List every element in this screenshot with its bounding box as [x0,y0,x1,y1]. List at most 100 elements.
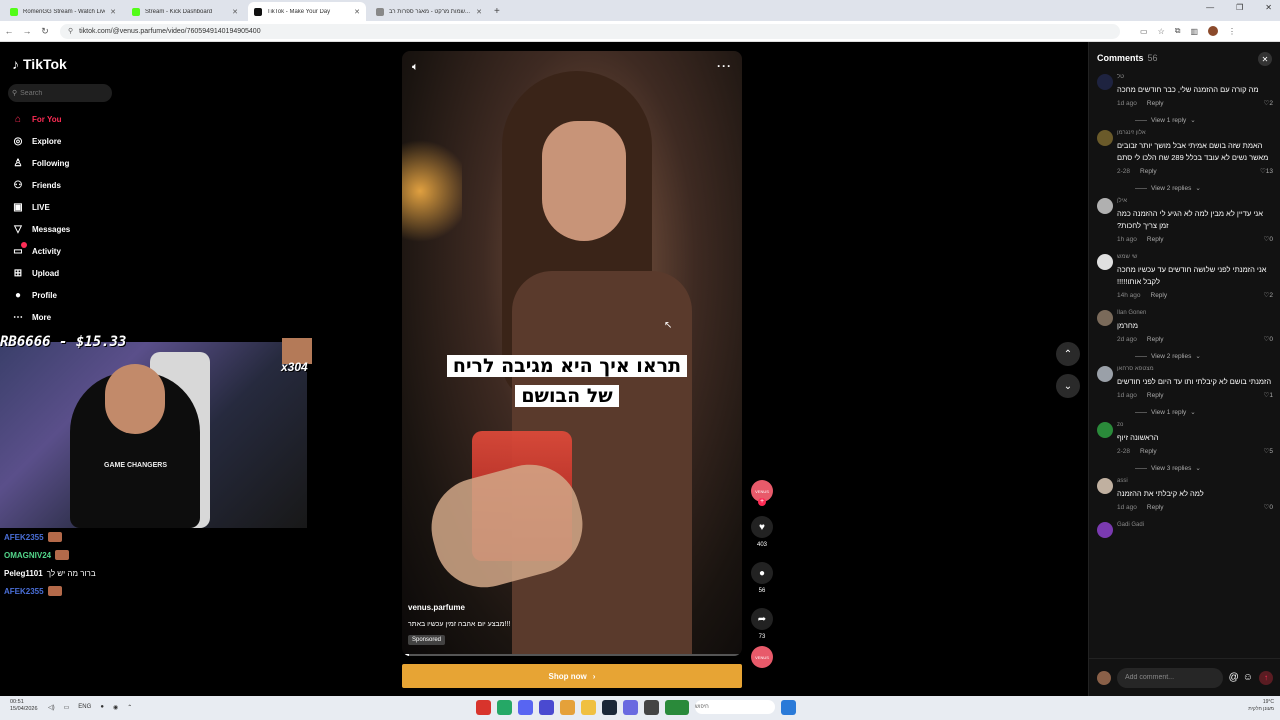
post-comment-button[interactable]: ↑ [1259,670,1273,685]
taskbar-clock[interactable]: 00:51 15/04/2026 [10,699,38,713]
chrome-icon[interactable] [560,700,575,715]
video-author[interactable]: venus.parfume [408,603,465,612]
share-button[interactable]: ➦ [751,608,773,630]
back-button[interactable]: ← [0,26,18,36]
reply-button[interactable]: Reply [1147,100,1164,107]
comment-avatar[interactable] [1097,74,1113,90]
tab-close-icon[interactable]: ✕ [232,8,238,16]
comment-username[interactable]: אילן [1117,198,1273,208]
browser-tab[interactable]: שמות מרקט - מאגר ספרות רב... ✕ [370,2,488,21]
steam-icon[interactable] [602,700,617,715]
reply-button[interactable]: Reply [1147,236,1164,243]
start-windows-icon[interactable] [781,700,796,715]
comment-input[interactable] [1117,667,1223,688]
creator-avatar[interactable]: VENUS + [751,480,773,506]
app-icon-1[interactable] [476,700,491,715]
volume-tray-icon[interactable]: ◁) [48,704,55,711]
sidebar-item-messages[interactable]: ▽ Messages [12,218,70,240]
comment-username[interactable]: טל [1117,74,1273,84]
reply-button[interactable]: Reply [1140,448,1157,455]
bluetooth-icon[interactable]: ◉ [113,704,118,711]
reply-button[interactable]: Reply [1140,168,1157,175]
mention-icon[interactable]: @ [1229,672,1239,683]
reply-button[interactable]: Reply [1147,336,1164,343]
file-explorer-icon[interactable] [581,700,596,715]
comment-avatar[interactable] [1097,478,1113,494]
tiktok-logo[interactable]: ♪ TikTok [12,56,67,72]
browser-tab[interactable]: Stream - Kick Dashboard ✕ [126,2,244,21]
reply-button[interactable]: Reply [1147,392,1164,399]
browser-tab[interactable]: TikTok - Make Your Day ✕ [248,2,366,21]
browser-profile-avatar[interactable] [1208,26,1219,36]
url-field[interactable]: ⚲ tiktok.com/@venus.parfume/video/760594… [60,23,1120,39]
site-info-icon[interactable]: ⚲ [68,27,73,35]
tab-close-icon[interactable]: ✕ [110,8,116,16]
browser-tab[interactable]: RomenGG Stream - Watch Live - ✕ [4,2,122,21]
mic-icon[interactable]: ● [100,704,104,711]
sidebar-item-explore[interactable]: ◎ Explore [12,130,70,152]
view-replies-button[interactable]: View 1 reply ⌄ [1117,110,1273,130]
comment-avatar[interactable] [1097,198,1113,214]
comment-like-button[interactable]: ♡2 [1264,291,1273,299]
comment-like-button[interactable]: ♡5 [1264,447,1273,455]
taskbar-search[interactable]: חיפוש [695,700,775,714]
comment-avatar[interactable] [1097,422,1113,438]
like-button[interactable]: ♥ [751,516,773,538]
sidebar-item-activity[interactable]: ▭ Activity [12,240,70,262]
sidebar-item-for-you[interactable]: ⌂ For You [12,108,70,130]
comment-like-button[interactable]: ♡0 [1264,503,1273,511]
tab-close-icon[interactable]: ✕ [476,8,482,16]
comment-username[interactable]: אלון זינגרמן [1117,130,1273,140]
close-window-button[interactable]: ✕ [1265,3,1272,12]
tray-overflow-icon[interactable]: ⌃ [127,704,132,711]
comment-username[interactable]: zo [1117,422,1273,432]
close-comments-button[interactable]: ✕ [1258,52,1272,66]
headset-app-icon[interactable] [539,700,554,715]
bookmark-star-icon[interactable]: ☆ [1158,27,1165,36]
sidepanel-icon[interactable]: ▥ [1190,27,1198,36]
extensions-icon[interactable]: ⧉ [1175,26,1181,36]
chat-username[interactable]: AFEK2355 [4,533,44,542]
discord-icon[interactable] [518,700,533,715]
view-replies-button[interactable]: View 3 replies ⌄ [1117,458,1273,478]
tab-close-icon[interactable]: ✕ [354,8,360,16]
emoji-icon[interactable]: ☺ [1243,672,1253,683]
new-tab-button[interactable]: + [494,2,500,21]
forward-button[interactable]: → [18,26,36,36]
comment-username[interactable]: assi [1117,478,1273,488]
sidebar-item-upload[interactable]: ⊞ Upload [12,262,70,284]
volume-icon[interactable]: 🔈︎ [412,61,419,74]
comment-like-button[interactable]: ♡0 [1264,235,1273,243]
video-more-icon[interactable]: ··· [717,59,732,73]
reply-button[interactable]: Reply [1147,504,1164,511]
comment-avatar[interactable] [1097,310,1113,326]
language-indicator[interactable]: ENG [78,704,91,711]
maximize-button[interactable]: ❐ [1236,3,1243,12]
weather-widget[interactable]: 19°C מעונן חלקית [1248,699,1274,713]
view-replies-button[interactable]: View 1 reply ⌄ [1117,402,1273,422]
sidebar-item-following[interactable]: ♙ Following [12,152,70,174]
chat-username[interactable]: AFEK2355 [4,587,44,596]
comment-like-button[interactable]: ♡1 [1264,391,1273,399]
reply-button[interactable]: Reply [1151,292,1168,299]
follow-plus-icon[interactable]: + [758,498,766,506]
comment-username[interactable]: Gadi Gadi [1117,522,1273,532]
cast-icon[interactable]: ▭ [1140,27,1148,36]
sidebar-item-more[interactable]: ⋯ More [12,306,70,328]
previous-video-button[interactable]: ⌃ [1056,342,1080,366]
sound-disc[interactable]: VENUS [751,646,773,668]
video-player[interactable]: 🔈︎ ··· תראו איך היא מגיבה לריח של הבושם … [402,51,742,656]
view-replies-button[interactable]: View 2 replies ⌄ [1117,346,1273,366]
sidebar-item-profile[interactable]: ● Profile [12,284,70,306]
sidebar-item-friends[interactable]: ⚇ Friends [12,174,70,196]
sidebar-item-live[interactable]: ▣ LIVE [12,196,70,218]
view-replies-button[interactable]: View 2 replies ⌄ [1117,178,1273,198]
chat-username[interactable]: Peleg1101 [4,569,43,578]
shop-now-button[interactable]: Shop now › [402,664,742,688]
app-icon-8[interactable] [623,700,638,715]
comment-avatar[interactable] [1097,254,1113,270]
reload-button[interactable]: ↻ [36,26,54,37]
comment-username[interactable]: שי שמש [1117,254,1273,264]
app-icon-9[interactable] [644,700,659,715]
video-progress-bar[interactable] [402,654,742,656]
